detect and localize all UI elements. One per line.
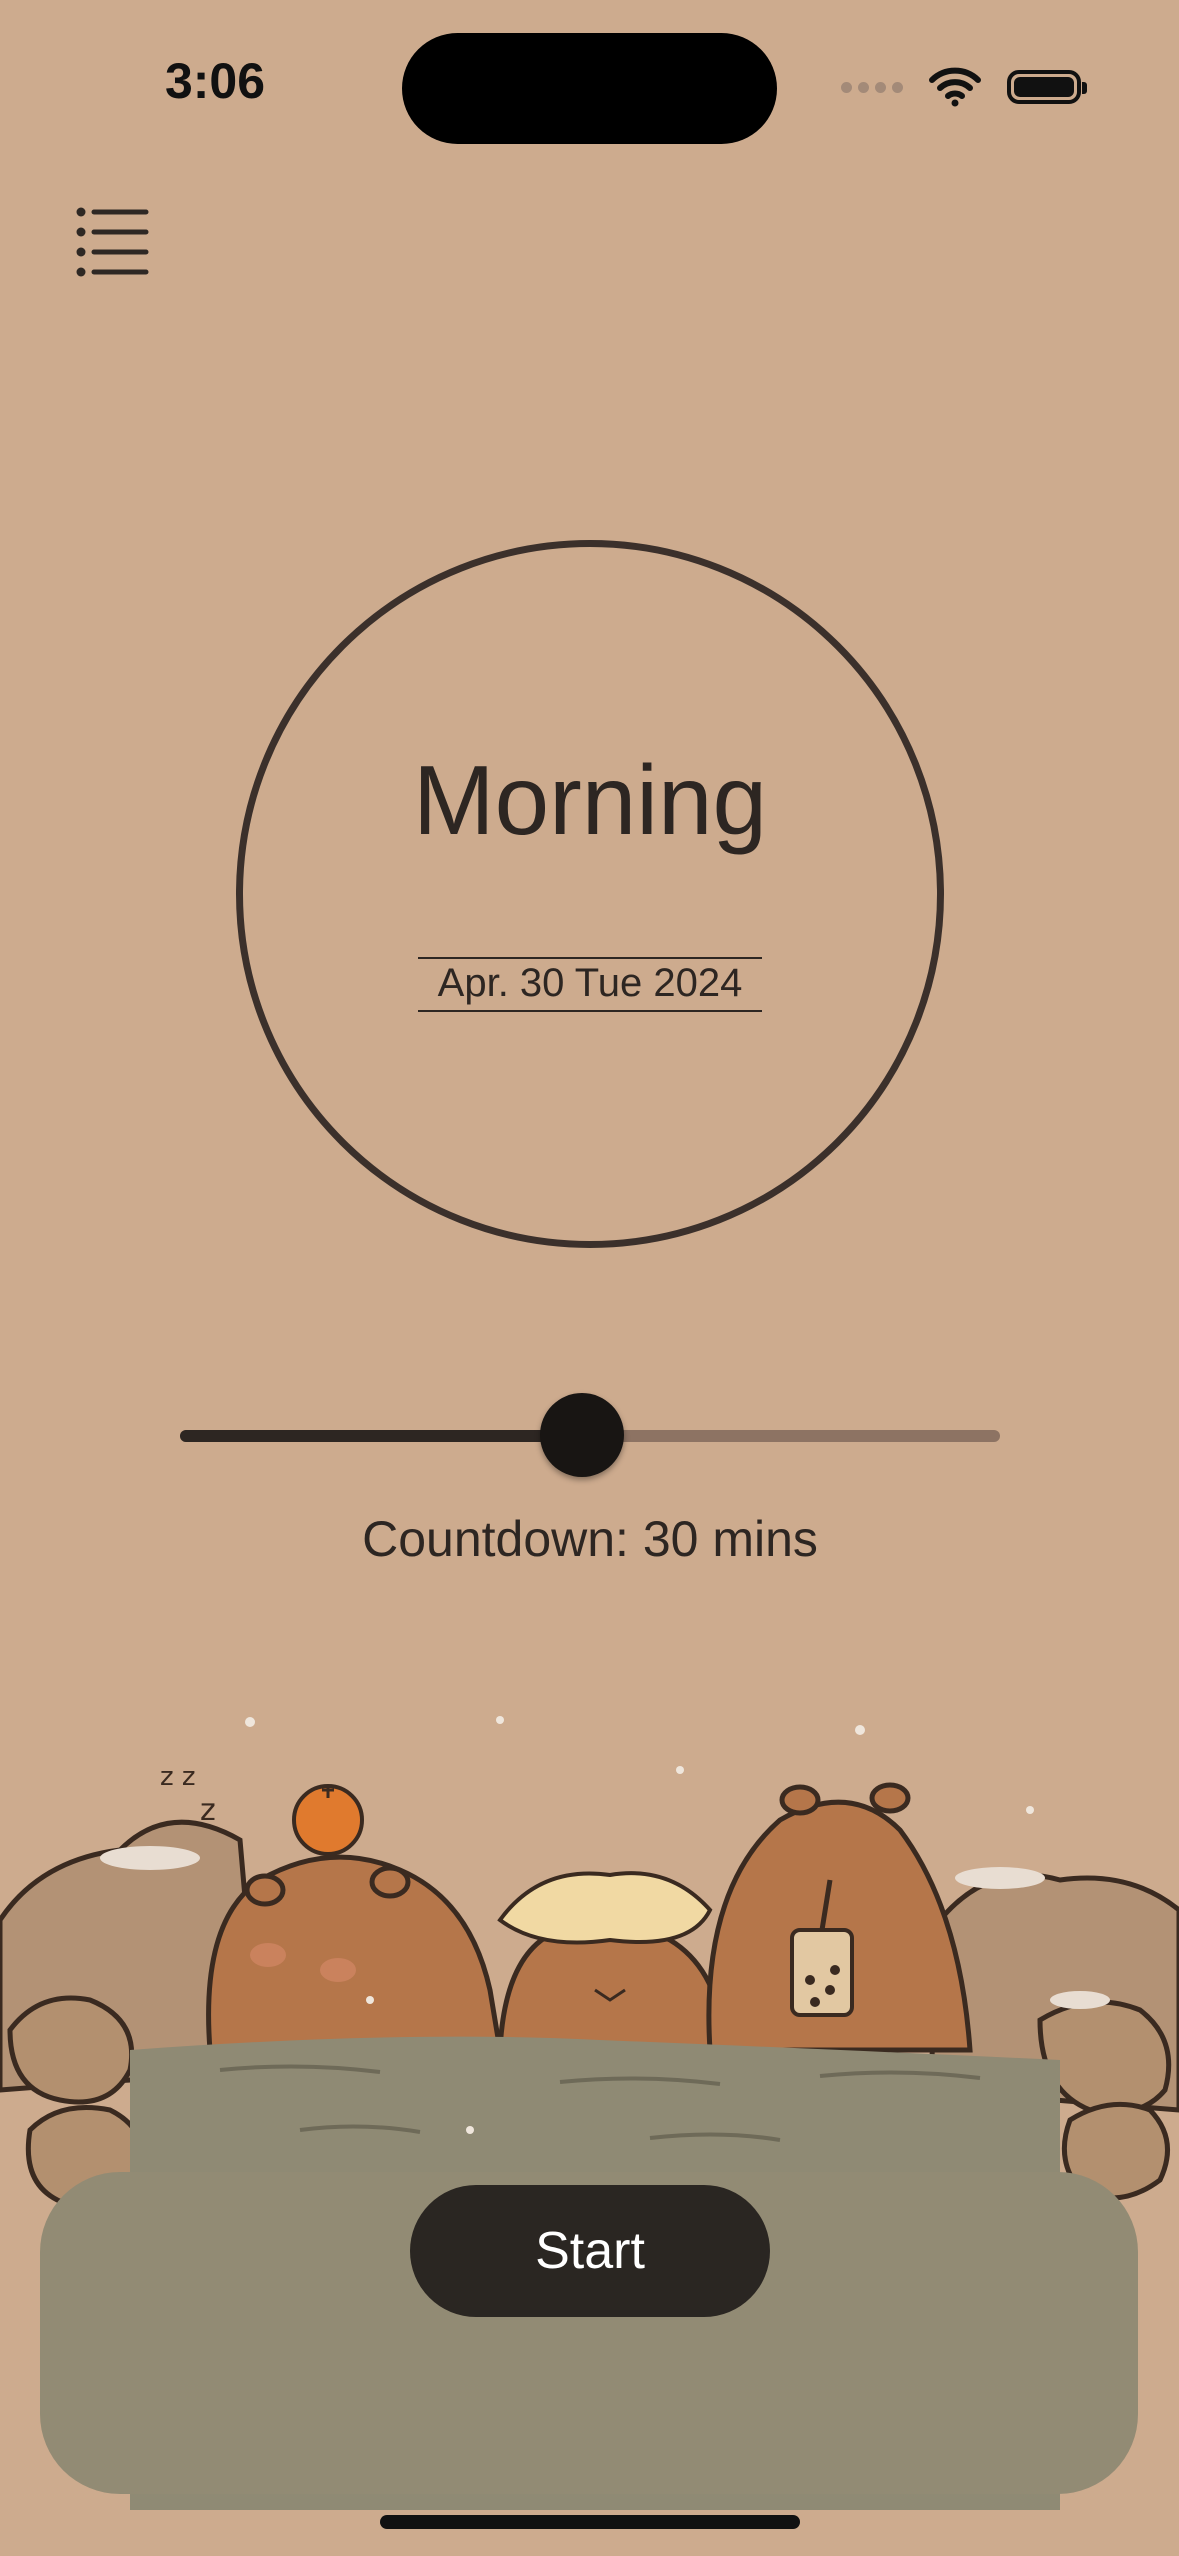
start-button[interactable]: Start xyxy=(410,2185,770,2317)
slider-thumb[interactable] xyxy=(539,1393,624,1477)
home-indicator[interactable] xyxy=(380,2515,800,2529)
countdown-label: Countdown: 30 mins xyxy=(362,1511,818,1567)
slider-fill xyxy=(180,1430,582,1442)
status-icons xyxy=(841,62,1087,112)
battery-icon xyxy=(1007,70,1087,104)
status-time: 3:06 xyxy=(164,53,266,109)
list-icon[interactable] xyxy=(72,202,152,282)
wifi-icon xyxy=(929,67,981,107)
signal-dots-icon xyxy=(841,81,903,93)
period-title: Morning xyxy=(412,745,768,855)
period-circle xyxy=(236,540,944,1248)
svg-text:z: z xyxy=(200,1793,216,1828)
svg-text:z z: z z xyxy=(160,1762,196,1792)
date-link[interactable]: Apr. 30 Tue 2024 xyxy=(418,957,762,1012)
dynamic-island xyxy=(402,33,777,144)
